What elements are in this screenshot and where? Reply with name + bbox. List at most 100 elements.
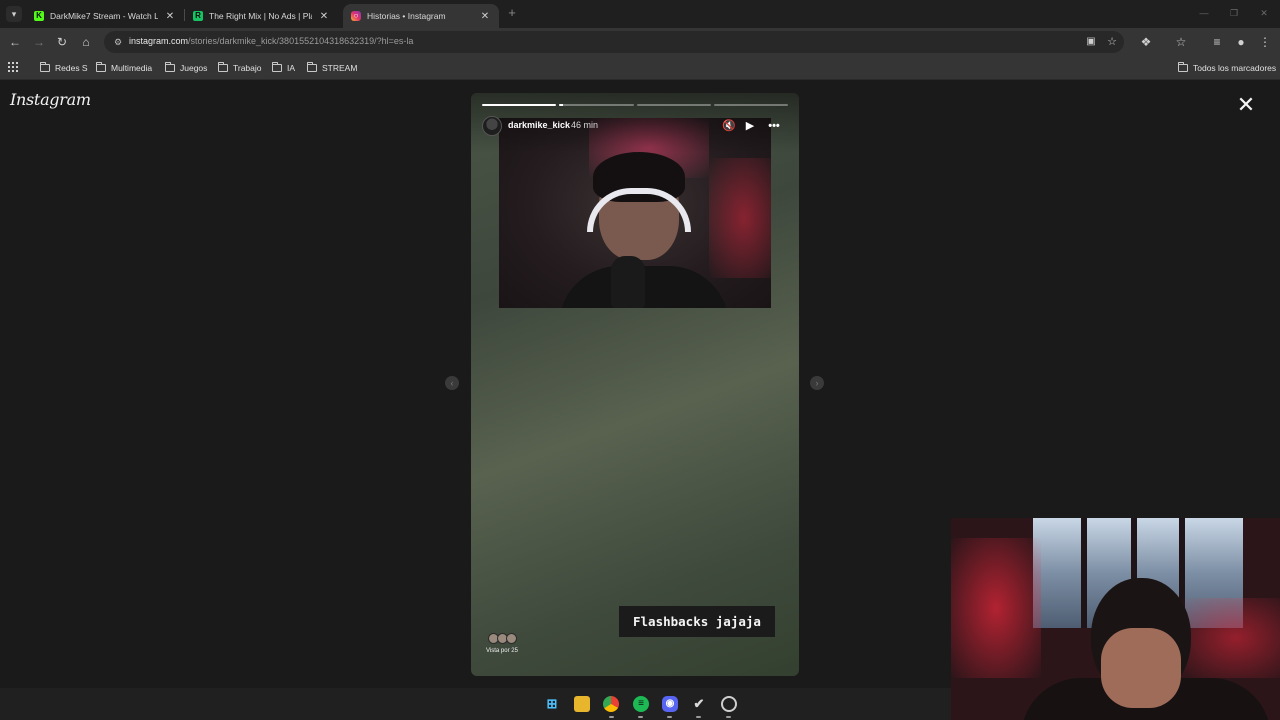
site-info-icon[interactable]: ⚙ — [112, 36, 124, 48]
webcam-overlay — [951, 518, 1280, 720]
bookmark-folder-redes[interactable]: Redes S — [40, 61, 88, 75]
progress-fill — [482, 104, 557, 106]
progress-segment — [482, 104, 557, 106]
folder-icon — [40, 62, 50, 72]
bookmark-label: Juegos — [180, 63, 208, 73]
steam-icon[interactable]: ✔ — [691, 696, 707, 712]
bookmark-label: Trabajo — [233, 63, 262, 73]
tab-the-right-mix[interactable]: R The Right Mix | No Ads | Play A ✕ — [185, 4, 338, 28]
viewer-avatars — [488, 633, 520, 644]
bookmark-label: STREAM — [322, 63, 358, 73]
folder-icon — [307, 62, 317, 72]
reload-icon[interactable]: ↻ — [54, 34, 70, 50]
bookmark-star-icon[interactable]: ☆ — [1104, 34, 1120, 50]
chrome-icon[interactable] — [603, 696, 619, 712]
tab-title: DarkMike7 Stream - Watch Live — [50, 11, 158, 21]
bookmarks-manager-icon[interactable]: ☆ — [1173, 34, 1189, 50]
story-viewers[interactable]: Vista por 25 — [486, 633, 522, 663]
kick-icon: K — [34, 11, 44, 21]
bookmark-folder-trabajo[interactable]: Trabajo — [218, 61, 262, 75]
file-explorer-icon[interactable] — [574, 696, 590, 712]
tab-strip: ▾ K DarkMike7 Stream - Watch Live ✕ R Th… — [0, 0, 1280, 28]
new-tab-button[interactable]: + — [505, 6, 519, 20]
progress-segment — [559, 104, 634, 106]
bookmark-folder-juegos[interactable]: Juegos — [165, 61, 207, 75]
running-indicator — [609, 716, 614, 718]
cam-person-face — [1101, 628, 1181, 708]
red-light-glow — [1181, 598, 1280, 678]
running-indicator — [638, 716, 643, 718]
profile-avatar-icon[interactable]: ● — [1233, 34, 1249, 50]
extensions-icon[interactable]: ❖ — [1138, 34, 1154, 50]
next-story-icon[interactable]: › — [810, 376, 824, 390]
bookmark-label: Todos los marcadores — [1193, 63, 1277, 73]
running-indicator — [696, 716, 701, 718]
folder-icon — [218, 62, 228, 72]
back-arrow-icon[interactable]: ← — [7, 34, 23, 50]
close-tab-icon[interactable]: ✕ — [318, 11, 330, 22]
folder-icon — [272, 62, 282, 72]
url-path: /stories/darkmike_kick/38015521043186323… — [188, 36, 414, 46]
running-indicator — [667, 716, 672, 718]
instagram-icon: ○ — [351, 11, 361, 21]
progress-segment — [713, 104, 788, 106]
story-header: darkmike_kick 46 min 🔇 ▶ ••• — [482, 115, 788, 137]
forward-arrow-icon[interactable]: → — [31, 34, 47, 50]
media-controls-icon[interactable]: ≡ — [1209, 34, 1225, 50]
muted-speaker-icon[interactable]: 🔇 — [721, 118, 737, 134]
play-icon[interactable]: ▶ — [742, 118, 758, 134]
microphone — [611, 256, 645, 308]
window-close-icon[interactable]: ✕ — [1256, 6, 1272, 20]
minimize-icon[interactable]: — — [1196, 6, 1212, 20]
url-text[interactable]: instagram.com/stories/darkmike_kick/3801… — [129, 36, 413, 46]
close-tab-icon[interactable]: ✕ — [479, 11, 491, 22]
browser-toolbar: ← → ↻ ⌂ ⚙ instagram.com/stories/darkmike… — [0, 28, 1280, 56]
obs-studio-icon[interactable] — [721, 696, 737, 712]
bookmark-label: Multimedia — [111, 63, 153, 73]
tab-kick[interactable]: K DarkMike7 Stream - Watch Live ✕ — [26, 4, 184, 28]
bookmark-label: Redes S — [55, 63, 88, 73]
bookmark-folder-stream[interactable]: STREAM — [307, 61, 357, 75]
maximize-icon[interactable]: ❐ — [1226, 6, 1242, 20]
story-timestamp: 46 min — [571, 120, 599, 130]
story-progress-bar — [482, 104, 788, 106]
bookmarks-bar: Redes S Multimedia Juegos Trabajo IA STR… — [0, 56, 1280, 80]
music-icon: R — [193, 11, 203, 21]
more-options-icon[interactable]: ••• — [766, 118, 782, 134]
browser-menu-icon[interactable]: ⋮ — [1257, 34, 1273, 50]
close-tab-icon[interactable]: ✕ — [164, 11, 176, 22]
viewers-count-label: Vista por 25 — [486, 648, 518, 654]
tab-instagram[interactable]: ○ Historias • Instagram ✕ — [343, 4, 499, 28]
all-bookmarks-folder[interactable]: Todos los marcadores — [1178, 61, 1276, 75]
tab-title: Historias • Instagram — [367, 11, 446, 21]
instagram-logo[interactable]: Instagram — [10, 90, 91, 109]
folder-icon — [1178, 62, 1188, 72]
folder-icon — [165, 62, 175, 72]
tab-search-chevron-icon[interactable]: ▾ — [6, 6, 22, 22]
discord-icon[interactable]: ◉ — [662, 696, 678, 712]
spotify-icon[interactable]: ≡ — [633, 696, 649, 712]
user-avatar[interactable] — [482, 116, 502, 136]
previous-story-icon[interactable]: ‹ — [445, 376, 459, 390]
windows-start-icon[interactable]: ⊞ — [544, 696, 560, 712]
tab-title: The Right Mix | No Ads | Play A — [209, 11, 312, 21]
story-username[interactable]: darkmike_kick — [508, 120, 570, 130]
viewer-avatar — [506, 633, 517, 644]
url-host: instagram.com — [129, 36, 189, 46]
story-caption: Flashbacks jajaja — [619, 606, 775, 637]
apps-grid-icon[interactable] — [8, 62, 18, 72]
story-card[interactable]: darkmike_kick 46 min 🔇 ▶ ••• Flashbacks … — [471, 93, 799, 676]
address-bar[interactable]: ⚙ instagram.com/stories/darkmike_kick/38… — [104, 31, 1124, 53]
close-story-icon[interactable]: ✕ — [1236, 94, 1256, 116]
running-indicator — [726, 716, 731, 718]
bookmark-label: IA — [287, 63, 296, 73]
bookmark-folder-multimedia[interactable]: Multimedia — [96, 61, 152, 75]
windows-taskbar: ⊞ ≡ ◉ ✔ — [0, 688, 951, 720]
progress-fill — [559, 104, 563, 106]
progress-segment — [636, 104, 711, 106]
install-app-icon[interactable]: ▣ — [1083, 34, 1099, 50]
home-icon[interactable]: ⌂ — [78, 34, 94, 50]
light-glow — [709, 158, 771, 278]
bookmark-folder-ia[interactable]: IA — [272, 61, 295, 75]
folder-icon — [96, 62, 106, 72]
